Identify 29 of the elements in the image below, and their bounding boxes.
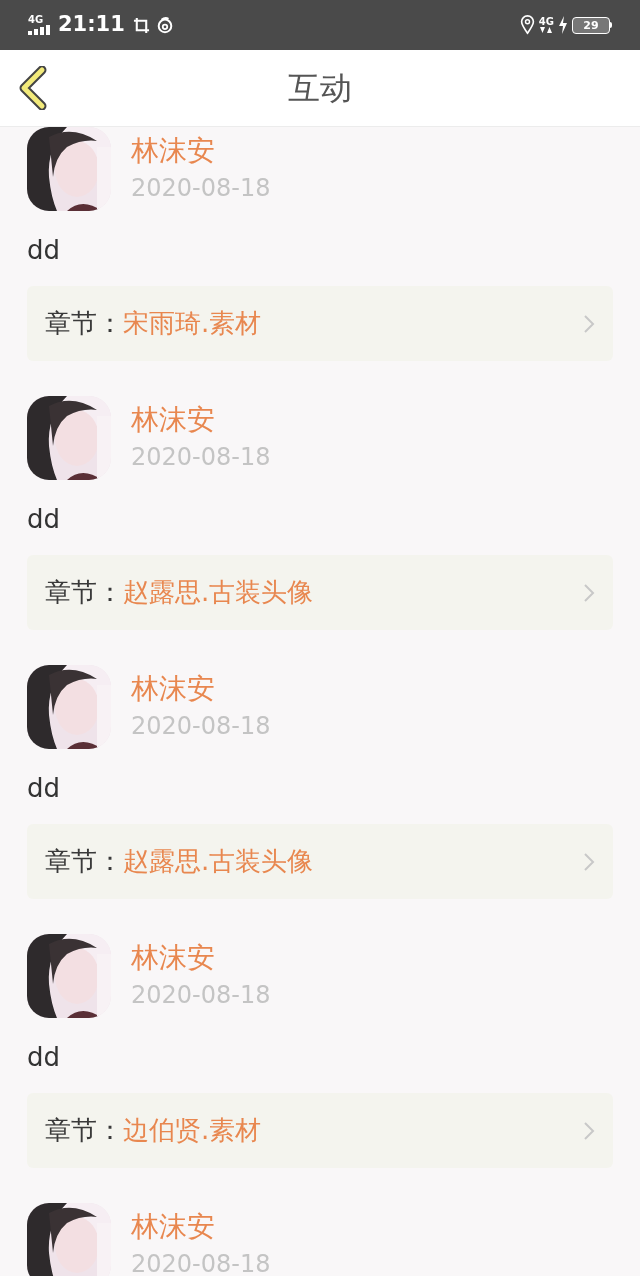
network-label: 4G [538, 17, 554, 27]
location-icon [519, 15, 535, 35]
comment-text: dd [27, 772, 61, 805]
chapter-link[interactable]: 章节：赵露思.古装头像 [27, 555, 613, 630]
network-label: 4G [28, 15, 44, 25]
chevron-right-icon [583, 1120, 595, 1141]
comment-text: dd [27, 234, 61, 267]
chevron-right-icon [583, 582, 595, 603]
comment-text: dd [27, 1041, 61, 1074]
user-name: 林沫安 [131, 671, 216, 707]
data-arrows-icon [539, 27, 554, 33]
battery-indicator: 29 [572, 16, 612, 34]
app-icon [155, 16, 174, 34]
chapter-link[interactable]: 章节：赵露思.古装头像 [27, 824, 613, 899]
page-title: 互动 [288, 68, 352, 109]
chapter-link[interactable]: 章节：宋雨琦.素材 [27, 286, 613, 361]
clock: 21:11 [58, 11, 125, 39]
chapter-link[interactable]: 章节：边伯贤.素材 [27, 1093, 613, 1168]
user-name: 林沫安 [131, 940, 216, 976]
charging-icon [558, 16, 568, 34]
chevron-right-icon [583, 313, 595, 334]
user-name: 林沫安 [131, 1209, 216, 1245]
user-name: 林沫安 [131, 402, 216, 438]
signal-icon [28, 25, 52, 35]
user-name: 林沫安 [131, 133, 216, 169]
chevron-right-icon [583, 851, 595, 872]
comment-text: dd [27, 503, 61, 536]
screenshot-icon [132, 16, 150, 34]
back-icon [18, 66, 48, 110]
